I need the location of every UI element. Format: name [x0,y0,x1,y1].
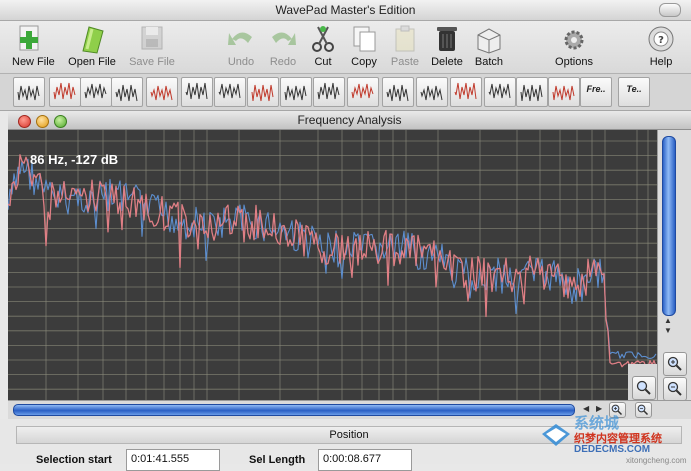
selection-start-label: Selection start [36,454,112,466]
save-file-icon [141,26,163,50]
main-toolbar: New File Open File Save File Undo Redo C… [0,21,691,74]
equalizer-effect-button[interactable] [416,77,448,107]
text-to-speech-button[interactable]: Te.. [618,77,650,107]
horizontal-scrollbar[interactable] [13,404,575,416]
scroll-up-arrow[interactable]: ▲ [664,316,672,325]
silence-effect-button[interactable] [146,77,178,107]
reverse-effect-icon [317,82,340,100]
echo-effect-button[interactable] [111,77,143,107]
svg-text:?: ? [658,35,664,46]
gear-icon [564,30,584,50]
reverse-effect-button[interactable] [313,77,345,107]
scissors-icon [312,26,334,52]
window-title: Frequency Analysis [297,113,402,127]
magnifier-icon [636,380,651,395]
spectrum-plot [8,130,657,400]
zoom-out-icon [667,381,682,396]
new-file-button[interactable]: New File [12,23,55,68]
zoom-controls [628,364,657,400]
sel-length-field[interactable]: 0:00:08.677 [318,449,412,471]
speed-effect-button[interactable] [484,77,516,107]
open-file-icon [82,26,104,54]
frequency-analysis-titlebar: Frequency Analysis [8,111,691,130]
undo-icon [228,32,252,45]
chorus-effect-button[interactable] [247,77,279,107]
cursor-readout: 86 Hz, -127 dB [30,152,119,167]
compressor-effect-icon [386,84,409,102]
watermark-line2: DEDECMS.COM [574,444,651,455]
zoom-button[interactable] [54,115,67,128]
frequency-graph[interactable]: 86 Hz, -127 dB [8,130,657,400]
speed-effect-icon [488,83,511,99]
pitch-effect-icon [454,82,477,100]
reverb-effect-icon [218,83,241,99]
new-file-icon [19,25,39,51]
copy-button[interactable]: Copy [347,23,381,68]
gain-effect-icon [552,85,575,101]
app-title: WavePad Master's Edition [275,3,416,17]
effects-toolbar: Fre.. Te.. [0,74,691,111]
options-button[interactable]: Options [552,23,596,68]
noise-reduction-effect-icon [53,82,76,100]
paste-icon [395,25,415,52]
copy-icon [353,26,376,52]
vertical-controls: ▲ ▼ [657,130,691,401]
grid-lines [8,130,657,400]
noise-reduction-effect-button[interactable] [49,77,81,107]
stereo-effect-button[interactable] [516,77,548,107]
delete-button[interactable]: Delete [428,23,466,68]
amplify-effect-button[interactable] [80,77,112,107]
tone-effect-button[interactable] [181,77,213,107]
toolbar-toggle-button[interactable] [659,3,681,17]
silence-effect-icon [150,85,173,101]
watermark: 系统城 织梦内容管理系统 DEDECMS.COM xitongcheng.com [534,412,691,465]
fade-effect-button[interactable] [347,77,379,107]
normalize-effect-icon [17,85,40,101]
vertical-scrollbar[interactable] [662,136,676,316]
stereo-effect-icon [520,84,543,102]
zoom-out-vertical-button[interactable] [663,377,687,401]
batch-button[interactable]: Batch [472,23,506,68]
cut-button[interactable]: Cut [307,23,339,68]
selection-start-field[interactable]: 0:01:41.555 [126,449,220,471]
chorus-effect-icon [251,84,274,102]
sel-length-label: Sel Length [249,454,306,466]
envelope-effect-button[interactable] [280,77,312,107]
redo-button[interactable]: Redo [266,23,300,68]
scroll-down-arrow[interactable]: ▼ [664,326,672,335]
minimize-button[interactable] [36,115,49,128]
trash-icon [437,27,457,51]
tone-effect-icon [185,82,208,100]
app-title-bar: WavePad Master's Edition [0,0,691,21]
equalizer-effect-icon [420,85,443,101]
compressor-effect-button[interactable] [382,77,414,107]
help-icon: ? [648,26,674,52]
save-file-button[interactable]: Save File [127,23,177,68]
amplify-effect-icon [84,83,107,99]
echo-effect-icon [115,84,138,102]
envelope-effect-icon [284,85,307,101]
zoom-horizontal-button[interactable] [632,376,656,400]
normalize-effect-button[interactable] [13,77,45,107]
fade-effect-icon [351,83,374,99]
pitch-effect-button[interactable] [450,77,482,107]
reverb-effect-button[interactable] [214,77,246,107]
zoom-in-vertical-button[interactable] [663,352,687,376]
open-file-button[interactable]: Open File [67,23,117,68]
paste-button[interactable]: Paste [388,23,422,68]
redo-icon [272,32,296,45]
gain-effect-button[interactable] [548,77,580,107]
zoom-in-icon [667,356,682,371]
close-button[interactable] [18,115,31,128]
batch-icon [477,28,501,54]
help-button[interactable]: ? Help [645,23,677,68]
undo-button[interactable]: Undo [224,23,258,68]
frequency-analysis-button[interactable]: Fre.. [580,77,612,107]
